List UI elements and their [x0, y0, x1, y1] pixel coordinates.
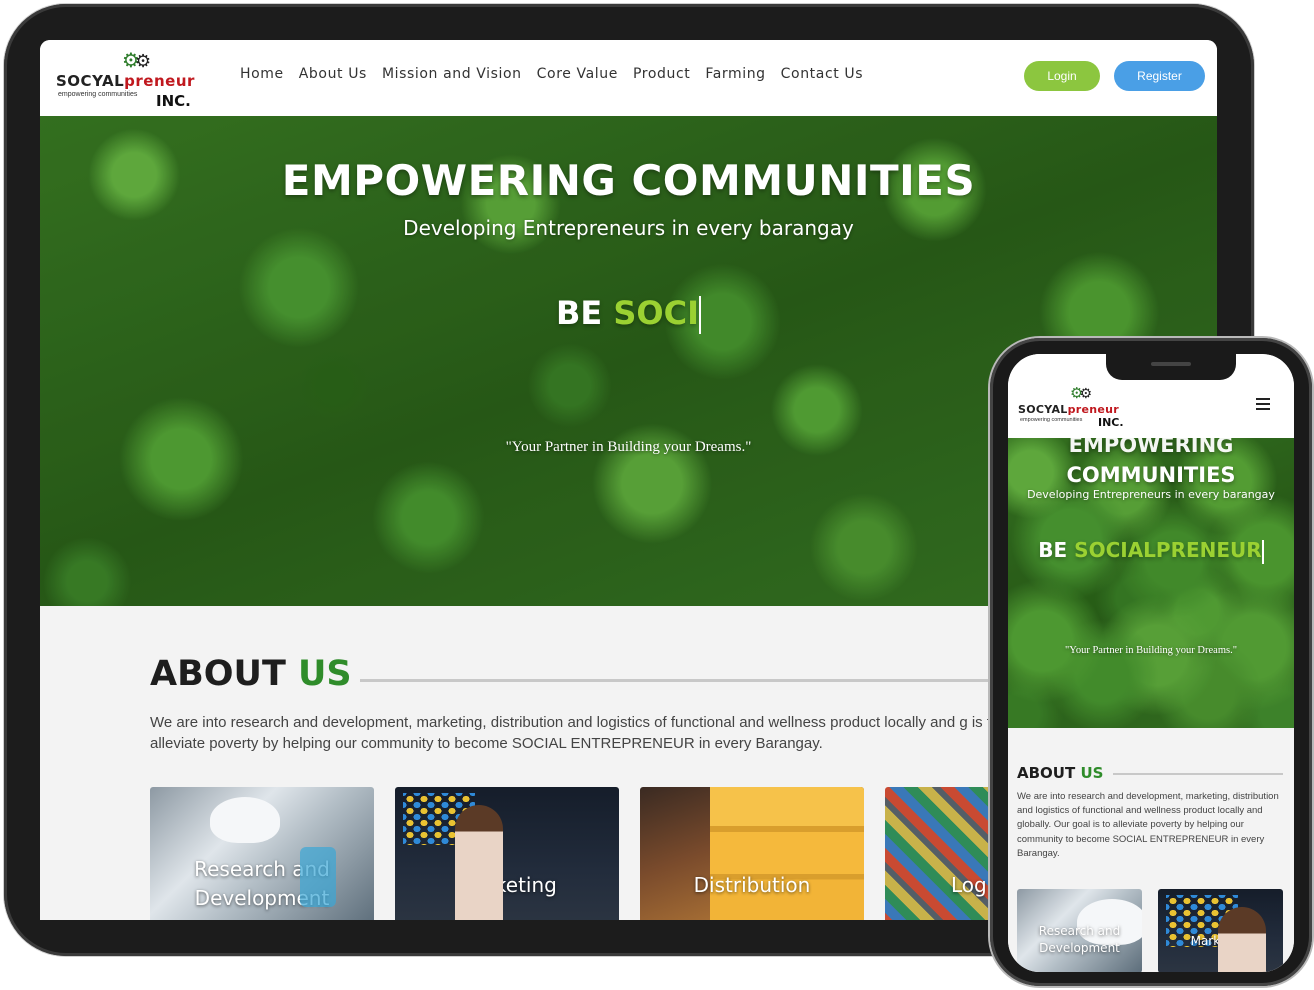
- hero-title: EMPOWERING COMMUNITIES: [281, 156, 976, 205]
- nav-home[interactable]: Home: [240, 66, 284, 82]
- brand-inc: INC.: [1098, 416, 1124, 429]
- nav-core-value[interactable]: Core Value: [537, 66, 618, 82]
- mobile-hero-subtitle: Developing Entrepreneurs in every barang…: [1027, 488, 1275, 501]
- nav-about-us[interactable]: About Us: [299, 66, 367, 82]
- device-mockup-stage: ⚙⚙ SOCYALpreneur empowering communities …: [0, 0, 1314, 990]
- brand-tagline: empowering communities: [1020, 417, 1083, 423]
- phone-notch: [1106, 354, 1236, 380]
- mobile-brand-logo[interactable]: ⚙⚙ SOCYALpreneur empowering communities …: [1018, 384, 1138, 432]
- card-label: Research and Development: [1038, 924, 1121, 956]
- card-research-and-development[interactable]: Research and Development: [1017, 889, 1142, 972]
- hero-typed-text: BE SOCI: [555, 294, 702, 334]
- about-title: ABOUT US: [150, 654, 352, 694]
- hero-subtitle: Developing Entrepreneurs in every barang…: [403, 216, 854, 240]
- brand-inc: INC.: [156, 92, 191, 110]
- mobile-hero-title: EMPOWERING COMMUNITIES: [1066, 433, 1236, 487]
- typing-cursor: [699, 296, 702, 334]
- card-marketing[interactable]: Marketing: [395, 787, 619, 920]
- card-distribution[interactable]: Distribution: [640, 787, 864, 920]
- nav-farming[interactable]: Farming: [705, 66, 765, 82]
- brand-tagline: empowering communities: [58, 91, 138, 98]
- brand-logo[interactable]: ⚙⚙ SOCYALpreneur empowering communities …: [56, 48, 206, 110]
- about-text: We are into research and development, ma…: [150, 714, 1000, 752]
- card-label: Marketing: [457, 873, 557, 897]
- brand-wordmark: SOCYALpreneur: [1018, 403, 1120, 416]
- mobile-about-title: ABOUT US: [1017, 764, 1104, 782]
- mobile-hero-quote: "Your Partner in Building your Dreams.": [1065, 645, 1237, 656]
- typing-cursor: [1261, 539, 1264, 564]
- mobile-about-text: We are into research and development, ma…: [1017, 791, 1279, 859]
- card-research-and-development[interactable]: Research and Development: [150, 787, 374, 920]
- card-marketing[interactable]: Marketing: [1158, 889, 1283, 972]
- nav-product[interactable]: Product: [633, 66, 690, 82]
- card-label: Distribution: [693, 873, 811, 897]
- login-button[interactable]: Login: [1024, 61, 1100, 91]
- mobile-hero-section: EMPOWERING COMMUNITIES Developing Entrep…: [1008, 433, 1294, 728]
- main-nav: Home About Us Mission and Vision Core Va…: [240, 66, 878, 82]
- brand-wordmark: SOCYALpreneur: [56, 72, 195, 90]
- nav-mission-and-vision[interactable]: Mission and Vision: [382, 66, 522, 82]
- phone-frame: ⚙⚙ SOCYALpreneur empowering communities …: [990, 338, 1312, 986]
- mobile-hero-typed-text: BE SOCIALPRENEUR: [1038, 538, 1264, 564]
- mobile-about-section: ABOUT US We are into research and develo…: [1008, 728, 1294, 972]
- gear-icon: ⚙⚙: [122, 48, 152, 72]
- card-label: Research and Development: [194, 857, 330, 910]
- about-divider: [360, 679, 1020, 682]
- phone-screen: ⚙⚙ SOCYALpreneur empowering communities …: [1008, 354, 1294, 972]
- gear-icon: ⚙⚙: [1070, 384, 1093, 402]
- site-header: ⚙⚙ SOCYALpreneur empowering communities …: [40, 40, 1217, 116]
- nav-contact-us[interactable]: Contact Us: [781, 66, 863, 82]
- about-divider: [1113, 773, 1283, 775]
- card-label: Marketing: [1190, 934, 1251, 948]
- hamburger-menu-icon[interactable]: [1256, 398, 1270, 410]
- register-button[interactable]: Register: [1114, 61, 1205, 91]
